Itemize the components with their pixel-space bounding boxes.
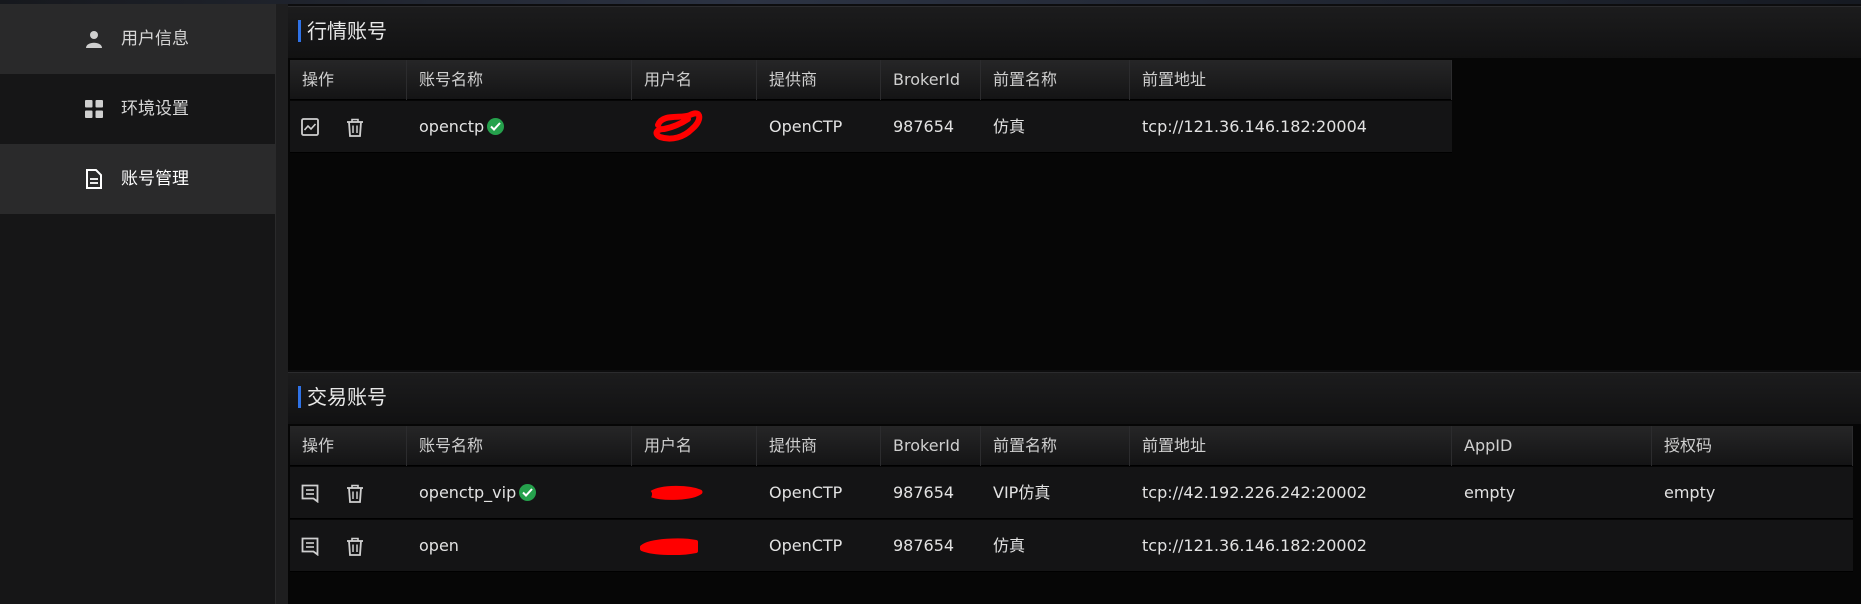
- account-name-text: openctp_vip: [419, 483, 517, 502]
- table-row[interactable]: openctp_vip OpenCTP 987654 VIP仿真 tcp://4…: [290, 467, 1853, 519]
- table-row[interactable]: open OpenCTP 987654 仿真 tcp://121.36.146.…: [290, 520, 1853, 572]
- cell-provider: OpenCTP: [769, 536, 843, 555]
- sidebar-item-label: 用户信息: [121, 29, 189, 49]
- panel-header: 交易账号: [288, 372, 1861, 424]
- quote-accounts-panel: 行情账号 操作 账号名称 用户名 提供商 BrokerId 前置名称 前置地址 …: [288, 6, 1861, 370]
- column-header-username: 用户名: [632, 426, 757, 466]
- sidebar-item-label: 环境设置: [121, 99, 189, 119]
- cell-account-name: open: [419, 536, 459, 555]
- redacted-username: [640, 538, 698, 556]
- sidebar-item-env-settings[interactable]: 环境设置: [0, 74, 275, 144]
- column-header-app-id: AppID: [1452, 426, 1652, 466]
- column-header-account-name: 账号名称: [407, 60, 632, 100]
- cell-broker-id: 987654: [893, 483, 955, 502]
- trash-icon[interactable]: [345, 117, 365, 137]
- cell-front-name: VIP仿真: [993, 483, 1051, 502]
- sidebar-item-user-info[interactable]: 用户信息: [0, 4, 275, 74]
- column-header-provider: 提供商: [757, 426, 881, 466]
- panel-title: 交易账号: [307, 385, 387, 409]
- cell-auth-code: empty: [1664, 483, 1716, 502]
- check-circle-icon: [519, 484, 537, 501]
- cell-account-name: openctp: [407, 101, 505, 153]
- cell-app-id: empty: [1464, 483, 1516, 502]
- sidebar-item-label: 账号管理: [121, 169, 189, 189]
- message-icon[interactable]: [300, 536, 320, 556]
- cell-front-address: tcp://121.36.146.182:20002: [1142, 536, 1367, 555]
- panel-accent-bar: [298, 20, 301, 42]
- cell-front-address: tcp://121.36.146.182:20004: [1142, 117, 1367, 136]
- redacted-username: [650, 485, 703, 500]
- column-header-front-address: 前置地址: [1130, 426, 1452, 466]
- panel-accent-bar: [298, 386, 301, 408]
- column-header-broker-id: BrokerId: [881, 426, 981, 466]
- column-header-username: 用户名: [632, 60, 757, 100]
- cell-broker-id: 987654: [893, 536, 955, 555]
- column-header-actions: 操作: [290, 426, 407, 466]
- trash-icon[interactable]: [345, 483, 365, 503]
- sidebar: 用户信息 环境设置 账号管理: [0, 4, 275, 604]
- cell-front-name: 仿真: [993, 117, 1026, 136]
- sidebar-divider: [275, 4, 288, 604]
- column-header-front-name: 前置名称: [981, 60, 1130, 100]
- sidebar-item-account-management[interactable]: 账号管理: [0, 144, 275, 214]
- column-header-front-address: 前置地址: [1130, 60, 1452, 100]
- cell-front-address: tcp://42.192.226.242:20002: [1142, 483, 1367, 502]
- column-header-front-name: 前置名称: [981, 426, 1130, 466]
- check-circle-icon: [487, 118, 505, 135]
- table-header: 操作 账号名称 用户名 提供商 BrokerId 前置名称 前置地址 AppID…: [290, 426, 1853, 466]
- message-icon[interactable]: [300, 483, 320, 503]
- table-row[interactable]: openctp OpenCTP 987654 仿真 tcp://121.36.1…: [290, 101, 1452, 153]
- trash-icon[interactable]: [345, 536, 365, 556]
- column-header-provider: 提供商: [757, 60, 881, 100]
- account-name-text: openctp: [419, 117, 485, 136]
- trade-accounts-panel: 交易账号 操作 账号名称 用户名 提供商 BrokerId 前置名称 前置地址 …: [288, 372, 1861, 604]
- cell-front-name: 仿真: [993, 536, 1026, 555]
- cell-provider: OpenCTP: [769, 117, 843, 136]
- user-icon: [85, 30, 103, 48]
- grid-icon: [85, 100, 103, 118]
- chart-icon[interactable]: [300, 117, 320, 137]
- cell-account-name: openctp_vip: [407, 467, 537, 519]
- column-header-auth-code: 授权码: [1652, 426, 1853, 466]
- column-header-actions: 操作: [290, 60, 407, 100]
- cell-broker-id: 987654: [893, 117, 955, 136]
- column-header-account-name: 账号名称: [407, 426, 632, 466]
- redacted-username: [653, 110, 703, 142]
- cell-provider: OpenCTP: [769, 483, 843, 502]
- column-header-broker-id: BrokerId: [881, 60, 981, 100]
- table-header: 操作 账号名称 用户名 提供商 BrokerId 前置名称 前置地址: [290, 60, 1452, 100]
- panel-title: 行情账号: [307, 19, 387, 43]
- panel-header: 行情账号: [288, 6, 1861, 58]
- document-icon: [85, 169, 103, 189]
